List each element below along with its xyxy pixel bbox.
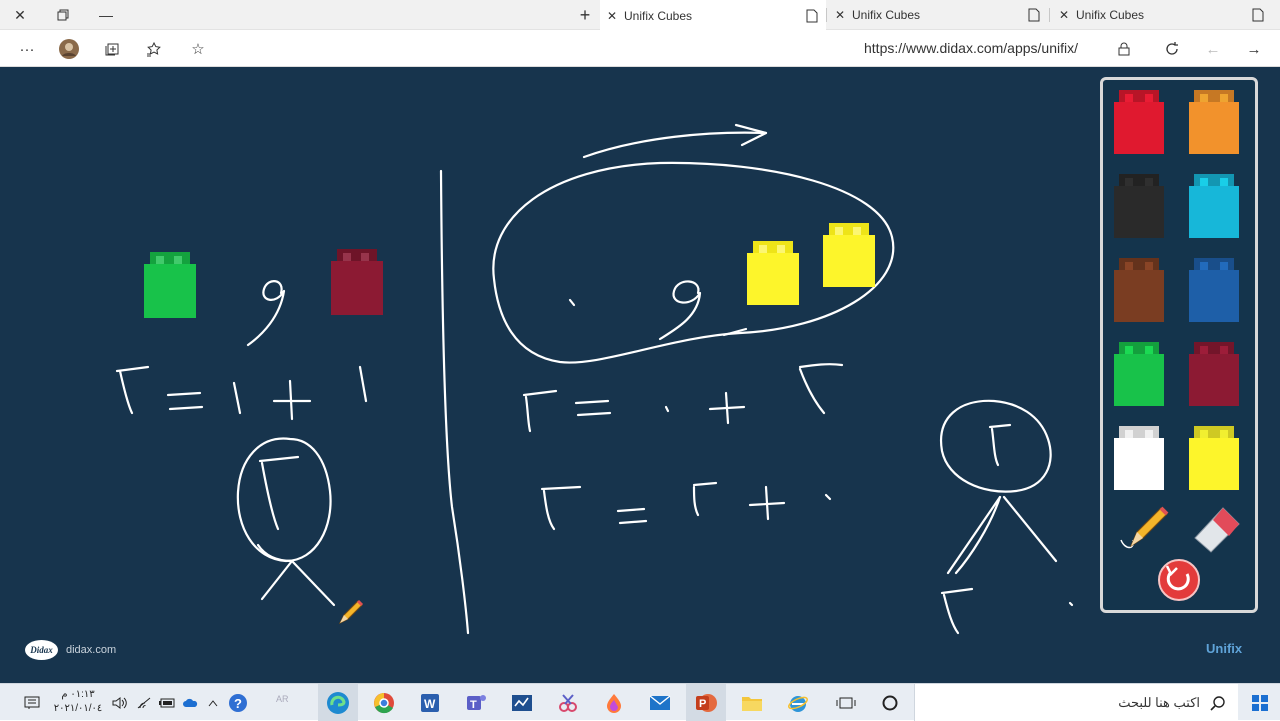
lock-icon	[1110, 35, 1138, 63]
pencil-cursor-icon	[338, 599, 364, 625]
tab-title: Unifix Cubes	[1076, 8, 1145, 22]
page-icon	[798, 9, 826, 23]
file-explorer-icon[interactable]	[732, 684, 772, 721]
language-indicator[interactable]: AR	[276, 694, 289, 704]
tab-title: Unifix Cubes	[852, 8, 921, 22]
clock-date: ٢٠٢١/٠١/٠٤	[53, 703, 103, 714]
palette-cube-3[interactable]	[1114, 174, 1164, 238]
volume-icon[interactable]	[108, 684, 130, 721]
palette-cube-10[interactable]	[1189, 426, 1239, 490]
svg-text:P: P	[699, 698, 706, 710]
unifix-cube-yellow[interactable]	[823, 223, 875, 289]
avatar[interactable]	[55, 35, 83, 63]
tab-unifix-1[interactable]: ✕ Unifix Cubes	[600, 0, 826, 31]
tab-title: Unifix Cubes	[624, 8, 693, 23]
palette-cube-6[interactable]	[1189, 258, 1239, 322]
wifi-icon[interactable]	[133, 684, 155, 721]
internet-explorer-icon[interactable]	[778, 684, 818, 721]
whiteboard-app-icon[interactable]	[502, 684, 542, 721]
eraser-tool-icon[interactable]	[1194, 507, 1240, 553]
tab-unifix-3[interactable]: ✕ Unifix Cubes	[1052, 0, 1272, 30]
clock[interactable]: ٠١:١٣ م ٢٠٢١/٠١/٠٤	[52, 688, 104, 716]
browser-toolbar: ··· ☆ https://www.didax.com/apps/unifix/…	[0, 31, 1280, 67]
favorites-list-icon[interactable]	[140, 35, 168, 63]
mail-app-icon[interactable]	[640, 684, 680, 721]
restore-icon	[57, 9, 69, 21]
chevron-up-icon[interactable]	[202, 684, 224, 721]
didax-logo[interactable]: Didax didax.com	[25, 640, 116, 660]
powerpoint-app-icon[interactable]: P	[686, 684, 726, 721]
task-view-icon[interactable]	[826, 684, 866, 721]
didax-site-label: didax.com	[66, 644, 117, 656]
taskbar-search-box[interactable]: اكتب هنا للبحث	[914, 684, 1238, 721]
freehand-drawing	[115, 123, 1074, 635]
svg-text:W: W	[424, 697, 436, 711]
close-window-button[interactable]: ✕	[0, 0, 40, 30]
back-arrow-icon[interactable]: ←	[1199, 35, 1227, 63]
unifix-cube-green[interactable]	[144, 252, 196, 320]
paint-app-icon[interactable]	[594, 684, 634, 721]
close-tab-icon[interactable]: ✕	[600, 9, 624, 23]
palette-cube-5[interactable]	[1114, 258, 1164, 322]
clock-time: ٠١:١٣ م	[61, 689, 95, 700]
collections-icon[interactable]	[99, 35, 127, 63]
snip-app-icon[interactable]	[548, 684, 588, 721]
cube-palette	[1100, 77, 1258, 613]
new-tab-button[interactable]: +	[570, 0, 600, 30]
restore-window-button[interactable]	[43, 0, 83, 30]
unifix-cube-yellow[interactable]	[747, 241, 799, 307]
reset-button[interactable]	[1158, 559, 1200, 601]
taskbar: ٠١:١٣ م ٢٠٢١/٠١/٠٤ ? AR W T P اكتب هنا ل…	[0, 683, 1280, 721]
search-placeholder: اكتب هنا للبحث	[1118, 694, 1200, 710]
tab-unifix-2[interactable]: ✕ Unifix Cubes	[828, 0, 1048, 30]
chrome-app-icon[interactable]	[364, 684, 404, 721]
page-icon	[1244, 8, 1272, 22]
more-menu-icon[interactable]: ···	[13, 35, 41, 63]
tab-strip: ✕ — + ✕ Unifix Cubes ✕ Unifix Cubes ✕ Un…	[0, 0, 1280, 31]
onedrive-cloud-icon[interactable]	[180, 684, 202, 721]
action-center-icon[interactable]	[18, 684, 46, 721]
close-tab-icon[interactable]: ✕	[828, 8, 852, 22]
address-bar[interactable]: https://www.didax.com/apps/unifix/	[864, 40, 1078, 56]
close-tab-icon[interactable]: ✕	[1052, 8, 1076, 22]
add-favorite-star-icon[interactable]: ☆	[184, 35, 212, 63]
unifix-workspace[interactable]: Didax didax.com Unifix	[0, 67, 1280, 683]
minimize-window-button[interactable]: —	[86, 0, 126, 30]
teams-app-icon[interactable]: T	[456, 684, 496, 721]
palette-cube-1[interactable]	[1114, 90, 1164, 154]
divider-line	[439, 169, 470, 635]
search-icon	[1210, 695, 1225, 711]
palette-cube-7[interactable]	[1114, 342, 1164, 406]
unifix-cube-maroon[interactable]	[331, 249, 383, 317]
battery-icon[interactable]	[156, 684, 178, 721]
didax-badge: Didax	[25, 640, 58, 660]
palette-cube-4[interactable]	[1189, 174, 1239, 238]
page-icon	[1020, 8, 1048, 22]
palette-cube-9[interactable]	[1114, 426, 1164, 490]
help-icon[interactable]: ?	[226, 684, 250, 721]
svg-text:T: T	[470, 699, 477, 711]
start-windows-icon[interactable]	[1240, 684, 1280, 721]
cortana-icon[interactable]	[870, 684, 910, 721]
palette-cube-2[interactable]	[1189, 90, 1239, 154]
forward-arrow-icon[interactable]: →	[1240, 35, 1268, 63]
svg-text:?: ?	[234, 696, 242, 711]
edge-app-icon[interactable]	[318, 684, 358, 721]
unifix-brand: Unifix	[1206, 641, 1243, 656]
refresh-icon[interactable]	[1158, 35, 1186, 63]
pencil-tool-icon[interactable]	[1120, 506, 1169, 549]
word-app-icon[interactable]: W	[410, 684, 450, 721]
palette-cube-8[interactable]	[1189, 342, 1239, 406]
